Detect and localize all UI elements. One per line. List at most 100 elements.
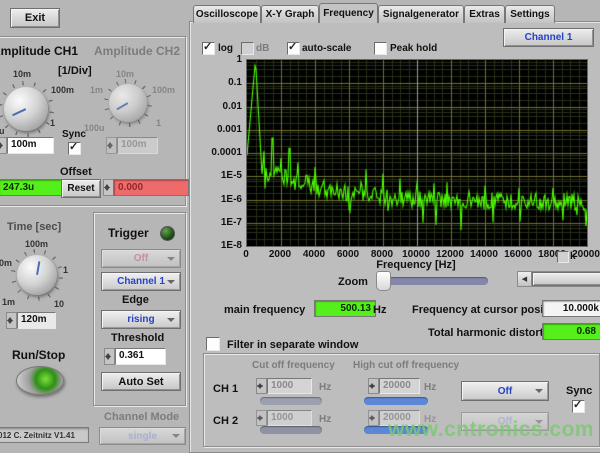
db-checkbox[interactable] [241,42,254,55]
amplitude-ch2-knob[interactable] [109,84,147,122]
cursor-frequency-value-field[interactable]: 10.000k [542,300,600,317]
tab-label: Frequency [323,8,374,19]
trigger-mode-dropdown[interactable]: Off [101,249,181,268]
main-frequency-unit: Hz [373,304,386,316]
scrollbar-thumb[interactable] [532,272,600,286]
filter-ch1-low-unit: Hz [319,382,331,393]
high-cutoff-header: High cut off frequency [353,360,459,371]
version-bar: 012 C. Zeitnitz V1.41 [0,427,89,443]
exit-button[interactable]: Exit [10,8,60,28]
offset-reset-button[interactable]: Reset [61,179,101,198]
thd-value-field: 0.68 [542,323,600,340]
amplitude-ch2-knob-needle [116,102,128,110]
tab-label: Signalgenerator [383,9,459,20]
spinner-arrows[interactable] [368,410,379,426]
spinner-arrows[interactable] [6,312,17,329]
filter-ch1-high-slider[interactable] [364,397,428,405]
filter-sync-label: Sync [566,385,592,397]
y-tick: 1E-6 [202,194,242,205]
run-stop-label: Run/Stop [12,348,65,362]
ch2-tick-100m: 100m [152,85,175,95]
filter-sync-checkbox[interactable] [572,400,585,413]
spinner-arrows[interactable] [368,378,379,394]
amplitude-ch1-value[interactable]: 100m [7,137,54,154]
scrollbar-left-arrow-icon[interactable]: ◀ [518,272,532,286]
edge-label: Edge [122,294,149,306]
filter-ch1-high-spinner[interactable]: 20000 [368,378,420,394]
amplitude-ch1-knob[interactable] [4,87,48,131]
channel-mode-dropdown[interactable]: single [99,427,186,445]
filter-ch2-low-value: 1000 [267,410,312,426]
tab-settings[interactable]: Settings [505,5,555,23]
offset-ch2-spinner-arrows[interactable] [103,179,113,196]
run-stop-button[interactable] [16,366,64,395]
spinner-arrows[interactable] [106,137,117,154]
tab-oscilloscope[interactable]: Oscilloscope [193,5,261,23]
tab-label: X-Y Graph [266,9,315,20]
x-axis-log-checkbox[interactable] [557,251,569,263]
per-div-unit-label: [1/Div] [58,65,92,77]
tab-signalgenerator[interactable]: Signalgenerator [378,5,464,23]
filter-ch1-low-spinner[interactable]: 1000 [256,378,312,394]
tab-frequency[interactable]: Frequency [319,3,378,23]
thd-label: Total harmonic distortion [428,327,560,339]
low-cutoff-header: Cut off frequency [252,360,335,371]
ch1-tick-100u: 100u [0,126,5,136]
spinner-arrows[interactable] [256,378,267,394]
x-axis-title: Frequency [Hz] [346,259,486,271]
time-tick-10: 10 [54,299,64,309]
y-tick: 1 [202,54,242,65]
time-value-spinner[interactable]: 120m [6,312,56,329]
filter-ch1-high-unit: Hz [424,382,436,393]
zoom-slider-thumb[interactable] [376,271,391,291]
offset-label: Offset [60,166,92,178]
plot-h-scrollbar[interactable]: ◀ [517,271,600,287]
filter-ch1-high-value: 20000 [379,378,420,394]
amplitude-ch1-value-spinner[interactable]: 100m [0,137,54,154]
amplitude-ch2-value-spinner[interactable]: 100m [106,137,158,154]
peak-hold-checkbox[interactable] [374,42,387,55]
ch1-tick-1: 1 [50,118,55,128]
tab-label: Extras [469,9,500,20]
filter-ch1-low-slider[interactable] [260,397,322,405]
filter-ch1-mode-dropdown[interactable]: Off [461,381,549,401]
amplitude-ch2-title: Amplitude CH2 [94,44,180,58]
amplitude-ch2-value: 100m [117,137,158,154]
channel-select-button[interactable]: Channel 1 [503,28,594,47]
trigger-source-value: Channel 1 [117,276,165,287]
y-tick: 0.001 [202,124,242,135]
exit-button-label: Exit [25,12,45,24]
auto-set-button[interactable]: Auto Set [101,372,181,391]
auto-scale-checkbox[interactable] [287,42,300,55]
offset-ch2-value-field: 0.000 [113,179,189,196]
tab-label: Oscilloscope [196,9,258,20]
time-knob[interactable] [17,255,57,295]
spinner-arrows[interactable] [104,348,115,365]
filter-window-checkbox[interactable] [206,337,220,351]
time-value[interactable]: 120m [17,312,56,329]
filter-ch1-low-value: 1000 [267,378,312,394]
filter-ch2-low-spinner[interactable]: 1000 [256,410,312,426]
zoom-slider-track[interactable] [380,277,488,285]
spectrum-canvas[interactable] [246,59,588,247]
trigger-led [160,226,175,241]
threshold-spinner[interactable]: 0.361 [104,348,166,365]
spinner-arrows[interactable] [0,137,7,154]
auto-scale-label: auto-scale [302,43,351,54]
tab-xy-graph[interactable]: X-Y Graph [261,5,319,23]
log-label: log [218,43,233,54]
sync-checkbox[interactable] [68,142,81,155]
tab-extras[interactable]: Extras [464,5,505,23]
main-frequency-value-field: 500.13 [314,300,376,317]
time-tick-10m: 10m [0,258,12,268]
ch1-tick-100m: 100m [51,85,74,95]
y-tick: 1E-5 [202,170,242,181]
trigger-edge-dropdown[interactable]: rising [101,310,181,329]
threshold-value[interactable]: 0.361 [115,348,166,365]
filter-ch2-low-slider[interactable] [260,426,322,434]
spinner-arrows[interactable] [256,410,267,426]
filter-ch2-label: CH 2 [213,415,238,427]
trigger-source-dropdown[interactable]: Channel 1 [101,272,181,291]
zoom-label: Zoom [338,276,368,288]
trigger-title: Trigger [108,226,149,240]
